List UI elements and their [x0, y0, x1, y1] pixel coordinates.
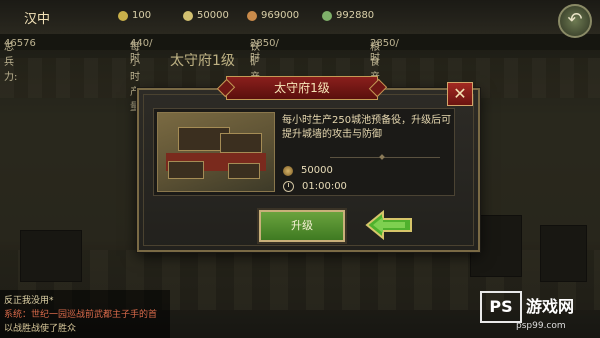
- resource-copper[interactable]: 969000: [247, 10, 299, 21]
- close-icon: ✕: [453, 84, 467, 103]
- upgrade-button[interactable]: 升级: [259, 210, 345, 242]
- gold-icon: [183, 10, 193, 21]
- resource-gold[interactable]: 50000: [183, 10, 229, 21]
- chat-line: 以战胜战使了胜众: [4, 324, 77, 334]
- chat-line: 系统：世纪一园巡战前武都主子手的首: [4, 310, 158, 320]
- stat-bar: 总兵力: 46576 每小时产量 440/时 铁矿产量 2850/时 粮食产量 …: [0, 34, 600, 113]
- dialog-title: 太守府1级: [226, 76, 378, 100]
- resource-value: 969000: [261, 10, 300, 21]
- top-bar: 汉中 100 50000 969000 992880: [0, 0, 600, 34]
- resource-value: 50000: [197, 10, 229, 21]
- watermark-logo: PS: [480, 291, 522, 323]
- watermark: PS 游戏网 psp99.com: [480, 291, 598, 336]
- resource-food[interactable]: 100: [118, 10, 151, 21]
- copper-icon: [247, 10, 257, 21]
- city-name[interactable]: 汉中: [24, 8, 50, 27]
- building-description: 每小时生产250城池预备役，升级后可提升城墙的攻击与防御: [282, 115, 452, 140]
- cost-row: 50000: [283, 165, 333, 176]
- watermark-name: 游戏网: [526, 297, 575, 316]
- building-label: 太守府1级: [170, 53, 235, 69]
- jade-icon: [322, 10, 332, 21]
- resource-value: 992880: [336, 10, 375, 21]
- clock-icon: [283, 181, 294, 192]
- chat-line: 反正我没用*: [4, 296, 54, 306]
- resource-value: 100: [132, 10, 152, 21]
- watermark-url: psp99.com: [516, 321, 566, 331]
- green-arrow-icon: [365, 210, 412, 240]
- close-button[interactable]: ✕: [447, 82, 473, 106]
- time-value: 01:00:00: [302, 181, 347, 192]
- coin-icon: [283, 165, 293, 176]
- back-button[interactable]: ↶: [558, 4, 592, 38]
- cost-value: 50000: [301, 165, 333, 176]
- divider: [330, 157, 440, 158]
- chat-panel[interactable]: 反正我没用* 系统：世纪一园巡战前武都主子手的首 以战胜战使了胜众: [0, 290, 170, 338]
- back-arrow-icon: ↶: [567, 9, 583, 30]
- building-image: [157, 112, 275, 192]
- resource-jade[interactable]: 992880: [322, 10, 374, 21]
- time-row: 01:00:00: [283, 181, 347, 192]
- food-icon: [118, 10, 128, 21]
